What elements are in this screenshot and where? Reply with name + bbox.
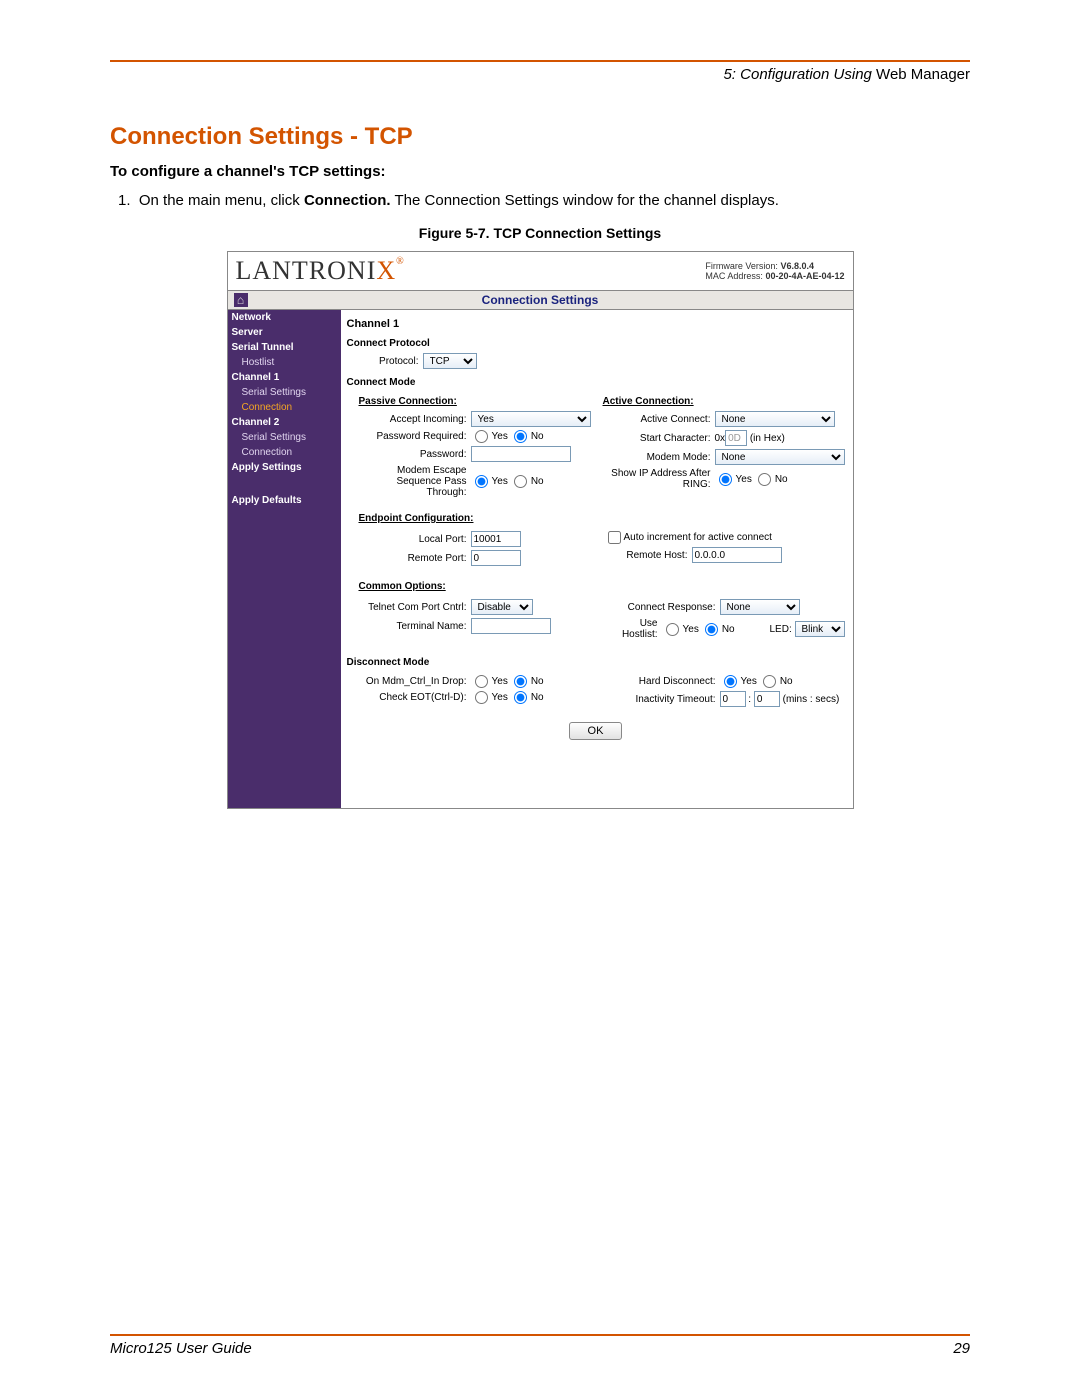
sidebar-item[interactable]: Connection: [228, 445, 341, 460]
inactivity-label: Inactivity Timeout:: [608, 694, 720, 705]
sidebar: NetworkServerSerial TunnelHostlistChanne…: [228, 310, 341, 808]
on-mdm-label: On Mdm_Ctrl_In Drop:: [359, 676, 471, 687]
remote-host-label: Remote Host:: [608, 550, 692, 561]
footer-guide: Micro125 User Guide: [110, 1340, 252, 1357]
endpoint-label: Endpoint Configuration:: [359, 513, 845, 524]
modem-esc-no[interactable]: [514, 475, 527, 488]
protocol-label: Protocol:: [359, 356, 423, 367]
screenshot: LANTRONIX® Firmware Version: V6.8.0.4 MA…: [227, 251, 854, 809]
auto-increment-checkbox[interactable]: [608, 531, 621, 544]
hostlist-no[interactable]: [705, 623, 718, 636]
password-required-label: Password Required:: [359, 431, 471, 442]
logo: LANTRONIX®: [236, 256, 405, 286]
section-subtitle: To configure a channel's TCP settings:: [110, 163, 970, 180]
show-ip-yes[interactable]: [719, 473, 732, 486]
password-input[interactable]: [471, 446, 571, 462]
terminal-name-label: Terminal Name:: [359, 621, 471, 632]
modem-mode-select[interactable]: None: [715, 449, 845, 465]
terminal-name-input[interactable]: [471, 618, 551, 634]
disconnect-mode-label: Disconnect Mode: [347, 657, 845, 668]
sidebar-item[interactable]: Apply Defaults: [228, 493, 341, 508]
inactivity-secs-input[interactable]: [754, 691, 780, 707]
modem-mode-label: Modem Mode:: [603, 452, 715, 463]
password-label: Password:: [359, 449, 471, 460]
start-char-input[interactable]: [725, 430, 747, 446]
local-port-label: Local Port:: [359, 534, 471, 545]
check-eot-label: Check EOT(Ctrl-D):: [359, 692, 471, 703]
page-header: 5: Configuration Using Web Manager: [110, 66, 970, 83]
active-connection-label: Active Connection:: [603, 396, 845, 407]
led-select[interactable]: Blink: [795, 621, 845, 637]
passive-connection-label: Passive Connection:: [359, 396, 591, 407]
show-ip-no[interactable]: [758, 473, 771, 486]
pw-req-no[interactable]: [514, 430, 527, 443]
connect-protocol-label: Connect Protocol: [347, 338, 845, 349]
accept-incoming-select[interactable]: Yes: [471, 411, 591, 427]
sidebar-item[interactable]: Channel 2: [228, 415, 341, 430]
hard-disconnect-label: Hard Disconnect:: [608, 676, 720, 687]
auto-increment-label: Auto increment for active connect: [624, 532, 772, 543]
connect-response-label: Connect Response:: [608, 602, 720, 613]
accept-incoming-label: Accept Incoming:: [359, 414, 471, 425]
mdm-drop-yes[interactable]: [475, 675, 488, 688]
figure-caption: Figure 5-7. TCP Connection Settings: [110, 225, 970, 241]
page-number: 29: [953, 1340, 970, 1357]
sidebar-item[interactable]: Serial Tunnel: [228, 340, 341, 355]
start-char-label: Start Character:: [603, 433, 715, 444]
telnet-label: Telnet Com Port Cntrl:: [359, 602, 471, 613]
channel-title: Channel 1: [347, 318, 845, 330]
device-info: Firmware Version: V6.8.0.4 MAC Address: …: [705, 261, 844, 281]
remote-host-input[interactable]: [692, 547, 782, 563]
hard-disc-yes[interactable]: [724, 675, 737, 688]
eot-yes[interactable]: [475, 691, 488, 704]
sidebar-item[interactable]: Serial Settings: [228, 385, 341, 400]
sidebar-item[interactable]: Apply Settings: [228, 460, 341, 475]
led-label: LED:: [769, 624, 791, 635]
sidebar-item[interactable]: Connection: [228, 400, 341, 415]
modem-escape-label: Modem Escape Sequence Pass Through:: [359, 465, 471, 498]
active-connect-label: Active Connect:: [603, 414, 715, 425]
show-ip-label: Show IP Address After RING:: [603, 468, 715, 490]
eot-no[interactable]: [514, 691, 527, 704]
common-options-label: Common Options:: [359, 581, 845, 592]
step-1: 1. On the main menu, click Connection. T…: [138, 190, 970, 211]
hostlist-yes[interactable]: [666, 623, 679, 636]
hard-disc-no[interactable]: [763, 675, 776, 688]
active-connect-select[interactable]: None: [715, 411, 835, 427]
local-port-input[interactable]: [471, 531, 521, 547]
sidebar-item[interactable]: Hostlist: [228, 355, 341, 370]
home-icon[interactable]: ⌂: [234, 293, 248, 307]
ok-button[interactable]: OK: [569, 722, 623, 740]
pw-req-yes[interactable]: [475, 430, 488, 443]
protocol-select[interactable]: TCP: [423, 353, 477, 369]
sidebar-item[interactable]: Serial Settings: [228, 430, 341, 445]
use-hostlist-label: Use Hostlist:: [608, 618, 662, 640]
inactivity-mins-input[interactable]: [720, 691, 746, 707]
connect-response-select[interactable]: None: [720, 599, 800, 615]
section-title: Connection Settings - TCP: [110, 123, 970, 151]
mdm-drop-no[interactable]: [514, 675, 527, 688]
sidebar-item[interactable]: Server: [228, 325, 341, 340]
remote-port-label: Remote Port:: [359, 553, 471, 564]
connect-mode-label: Connect Mode: [347, 377, 845, 388]
telnet-select[interactable]: Disable: [471, 599, 533, 615]
modem-esc-yes[interactable]: [475, 475, 488, 488]
sidebar-item[interactable]: Network: [228, 310, 341, 325]
page-title: Connection Settings: [482, 293, 599, 307]
sidebar-item[interactable]: Channel 1: [228, 370, 341, 385]
remote-port-input[interactable]: [471, 550, 521, 566]
